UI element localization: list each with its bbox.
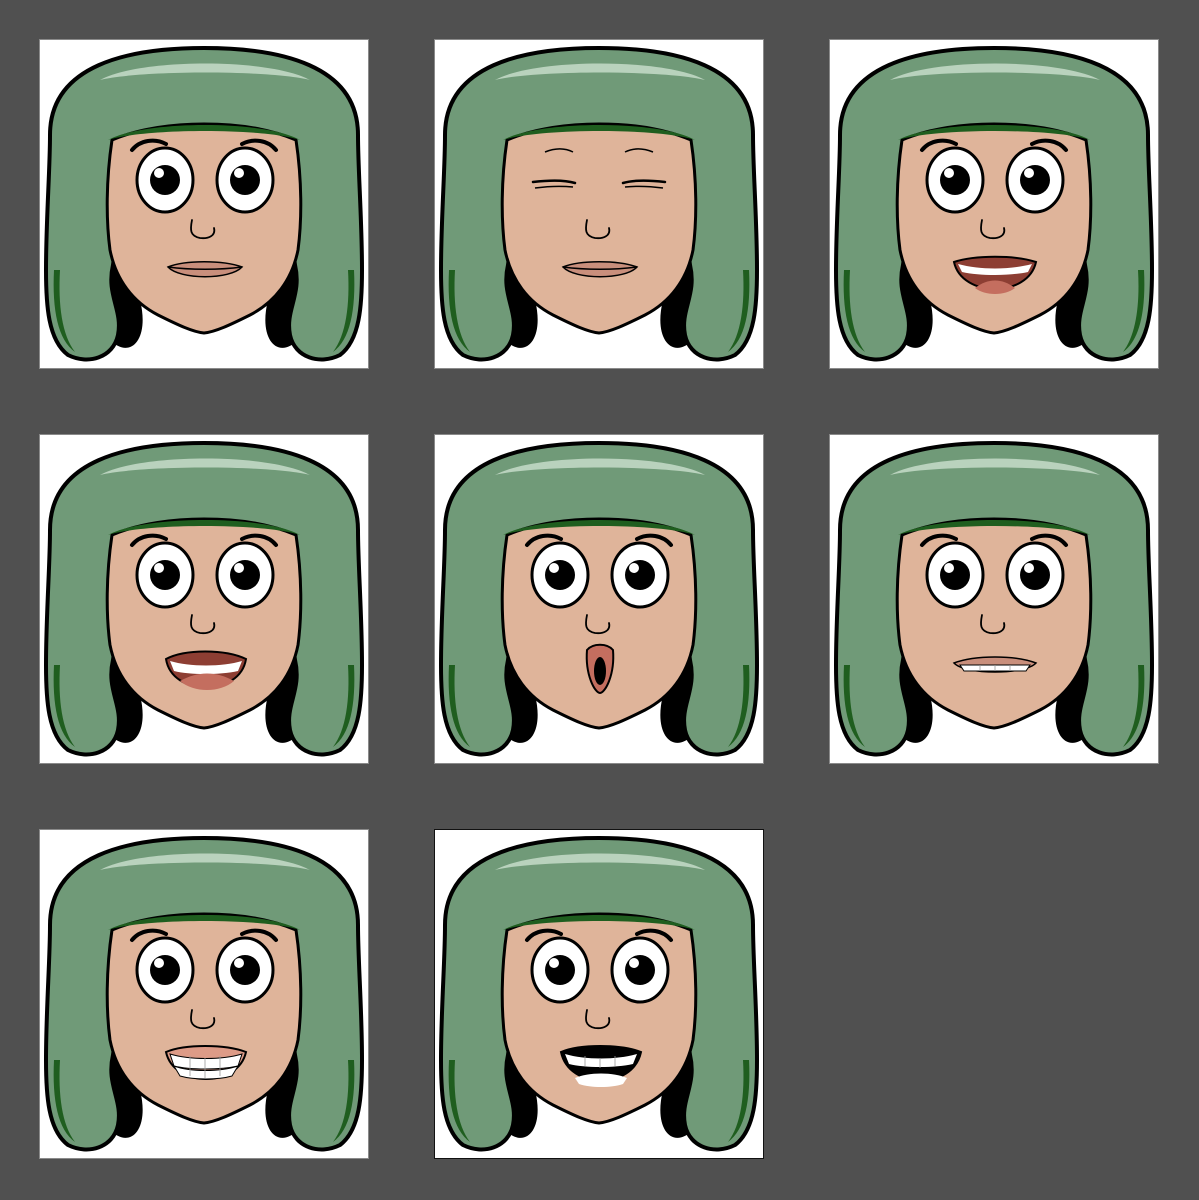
tile-o-mouth[interactable] — [434, 434, 764, 764]
teeth-clenched-icon — [953, 656, 1037, 673]
character-face — [44, 441, 364, 757]
expression-grid — [0, 0, 1199, 1200]
character-face — [439, 836, 759, 1152]
tile-teeth-clenched[interactable] — [829, 434, 1159, 764]
character-face — [44, 836, 364, 1152]
character-face — [834, 441, 1154, 757]
character-face — [44, 46, 364, 362]
tile-neutral[interactable] — [39, 39, 369, 369]
tile-wide-open-smile[interactable] — [39, 434, 369, 764]
character-face — [834, 46, 1154, 362]
character-face — [439, 441, 759, 757]
tile-open-smile[interactable] — [829, 39, 1159, 369]
tile-open-teeth[interactable] — [434, 829, 764, 1159]
tile-toothy-grin[interactable] — [39, 829, 369, 1159]
character-face — [439, 46, 759, 362]
tile-eyes-closed[interactable] — [434, 39, 764, 369]
